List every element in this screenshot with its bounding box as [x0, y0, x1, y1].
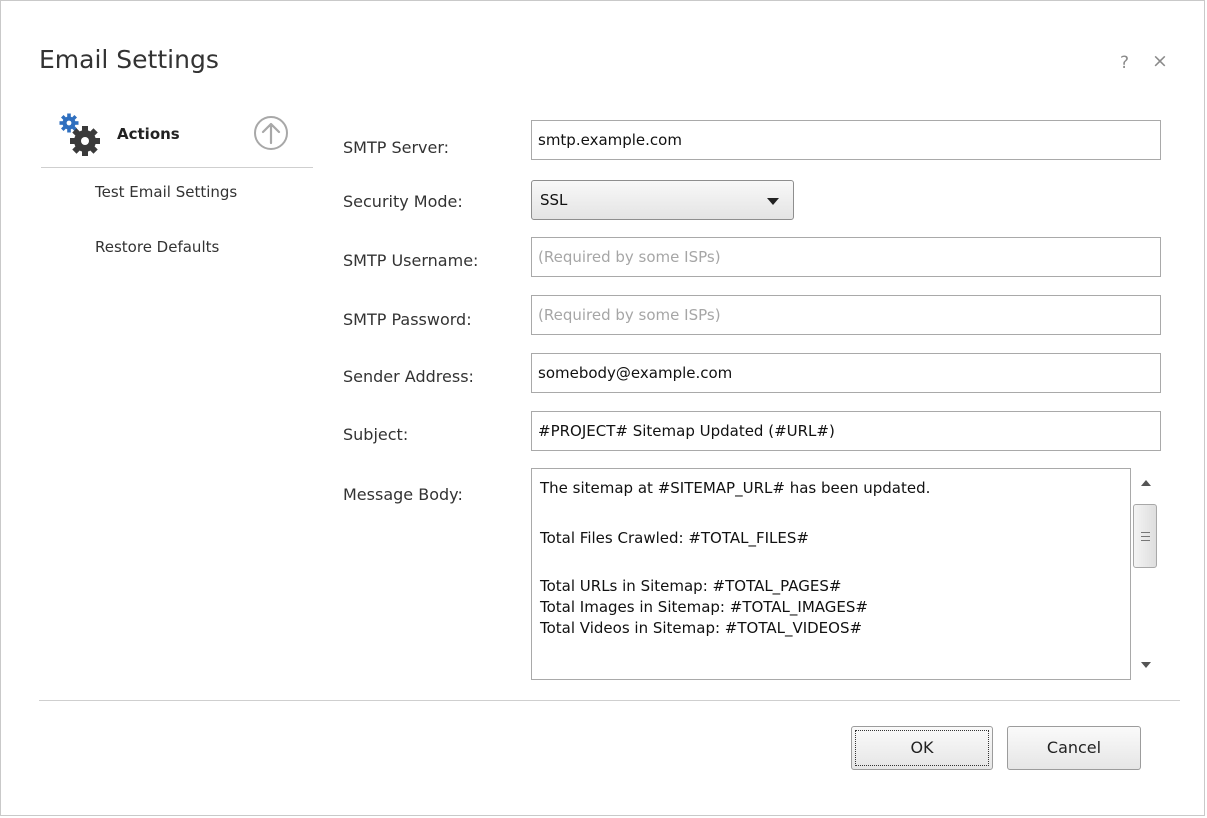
- security-mode-label: Security Mode:: [343, 192, 463, 211]
- message-body-label: Message Body:: [343, 485, 463, 504]
- gears-icon: [57, 113, 105, 159]
- cancel-button-label: Cancel: [1046, 738, 1102, 757]
- help-icon[interactable]: ?: [1120, 53, 1129, 73]
- message-body-line: Total Files Crawled: #TOTAL_FILES#: [540, 529, 809, 547]
- smtp-server-label: SMTP Server:: [343, 138, 450, 157]
- scroll-down-arrow-icon[interactable]: [1141, 662, 1151, 668]
- ok-button[interactable]: OK: [851, 726, 993, 770]
- actions-label: Actions: [117, 125, 180, 143]
- email-settings-dialog: Email Settings ? × Actions Test Email Se…: [0, 0, 1205, 816]
- cancel-button[interactable]: Cancel: [1007, 726, 1141, 770]
- security-mode-select[interactable]: SSL: [531, 180, 794, 220]
- security-mode-value: SSL: [540, 191, 568, 209]
- message-body-textarea[interactable]: The sitemap at #SITEMAP_URL# has been up…: [531, 468, 1131, 680]
- scrollbar-thumb[interactable]: [1133, 504, 1157, 568]
- smtp-server-input[interactable]: [531, 120, 1161, 160]
- message-body-line: Total Videos in Sitemap: #TOTAL_VIDEOS#: [540, 619, 863, 637]
- dialog-title: Email Settings: [39, 45, 219, 74]
- scroll-up-arrow-icon[interactable]: [1141, 480, 1151, 486]
- message-body-line: Total Images in Sitemap: #TOTAL_IMAGES#: [540, 598, 868, 616]
- smtp-username-label: SMTP Username:: [343, 251, 479, 270]
- chevron-down-icon: [767, 198, 779, 205]
- actions-panel-header: Actions: [41, 111, 313, 168]
- smtp-username-input[interactable]: [531, 237, 1161, 277]
- close-icon[interactable]: ×: [1152, 50, 1168, 72]
- sender-address-label: Sender Address:: [343, 367, 474, 386]
- message-body-scrollbar[interactable]: [1131, 468, 1161, 680]
- subject-label: Subject:: [343, 425, 409, 444]
- footer-divider: [39, 700, 1180, 701]
- ok-button-label: OK: [910, 738, 934, 757]
- message-body-line: Total URLs in Sitemap: #TOTAL_PAGES#: [540, 577, 842, 595]
- message-body-line: The sitemap at #SITEMAP_URL# has been up…: [540, 479, 931, 497]
- smtp-password-label: SMTP Password:: [343, 310, 472, 329]
- sidebar-item-restore-defaults[interactable]: Restore Defaults: [95, 238, 219, 256]
- smtp-password-input[interactable]: [531, 295, 1161, 335]
- circle-up-arrow-icon[interactable]: [251, 113, 291, 153]
- grip-line: [1141, 536, 1150, 537]
- grip-line: [1141, 532, 1150, 533]
- subject-input[interactable]: [531, 411, 1161, 451]
- grip-line: [1141, 540, 1150, 541]
- sender-address-input[interactable]: [531, 353, 1161, 393]
- sidebar-item-test-email-settings[interactable]: Test Email Settings: [95, 183, 237, 201]
